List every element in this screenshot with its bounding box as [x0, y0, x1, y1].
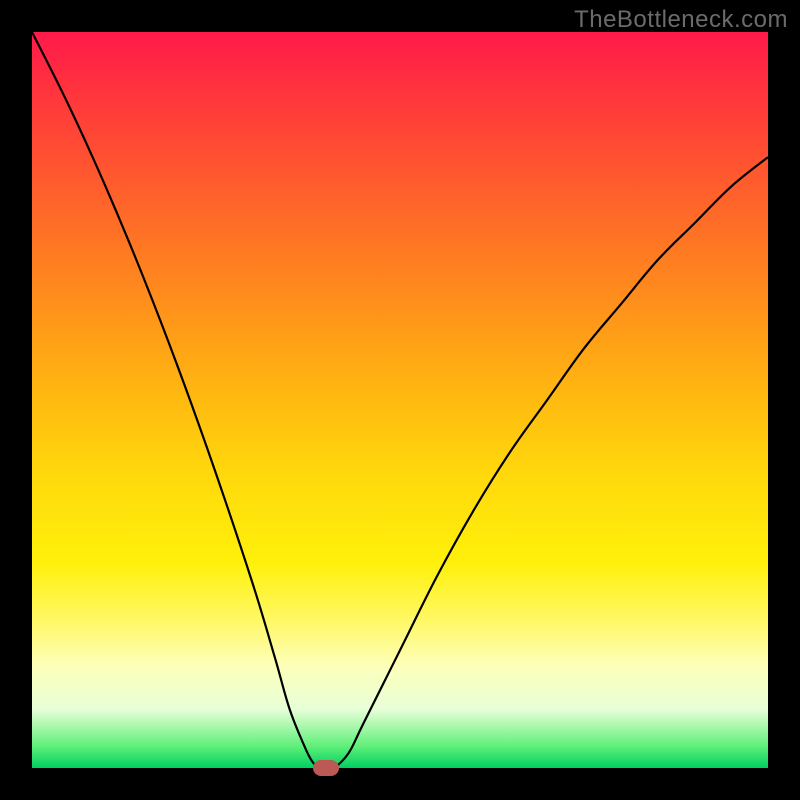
plot-area — [32, 32, 768, 768]
optimal-point-marker — [313, 760, 339, 776]
chart-frame: TheBottleneck.com — [0, 0, 800, 800]
watermark-text: TheBottleneck.com — [574, 6, 788, 34]
curve-svg — [32, 32, 768, 768]
bottleneck-curve — [32, 32, 768, 768]
